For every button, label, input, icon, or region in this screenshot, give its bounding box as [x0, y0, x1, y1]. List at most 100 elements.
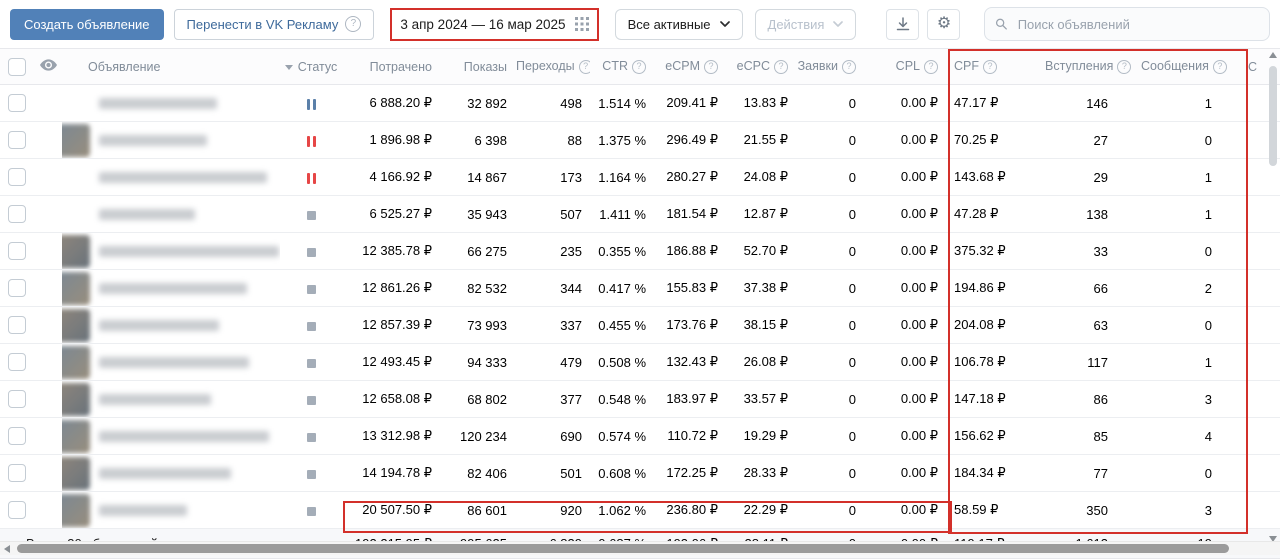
help-icon[interactable]: ? — [632, 60, 646, 74]
cell-cpf: 156.62 ₽ — [944, 418, 1044, 455]
search-box[interactable] — [984, 7, 1270, 41]
column-header-clicks[interactable]: Переходы? — [515, 49, 590, 85]
row-checkbox[interactable] — [8, 464, 26, 482]
table-row[interactable]: 12 385.78 ₽ 66 275 235 0.355 % 186.88 ₽ … — [0, 233, 1280, 270]
gear-icon: ⚙ — [937, 16, 951, 32]
search-input[interactable] — [1016, 16, 1259, 33]
status-icon — [307, 244, 316, 259]
date-range-label: 3 апр 2024 — 16 мар 2025 — [400, 17, 565, 32]
column-header-ecpc[interactable]: eCPC? — [724, 49, 794, 85]
row-checkbox[interactable] — [8, 501, 26, 519]
ad-name-blurred[interactable] — [99, 320, 219, 331]
column-header-status[interactable]: Статус — [280, 49, 342, 85]
select-all-checkbox[interactable] — [8, 58, 26, 76]
table-row[interactable]: 13 312.98 ₽ 120 234 690 0.574 % 110.72 ₽… — [0, 418, 1280, 455]
create-ad-button[interactable]: Создать объявление — [10, 9, 164, 40]
scroll-left-arrow-icon[interactable] — [4, 545, 10, 553]
cell-spent: 12 857.39 ₽ — [342, 307, 440, 344]
calendar-grid-icon — [575, 17, 589, 31]
ad-name-blurred[interactable] — [99, 394, 211, 405]
help-icon[interactable]: ? — [983, 60, 997, 74]
ad-thumbnail — [62, 235, 90, 268]
cell-leads: 0 — [794, 270, 862, 307]
row-checkbox[interactable] — [8, 94, 26, 112]
help-icon[interactable]: ? — [924, 60, 938, 74]
cell-ctr: 0.455 % — [590, 307, 652, 344]
table-row[interactable]: 6 525.27 ₽ 35 943 507 1.411 % 181.54 ₽ 1… — [0, 196, 1280, 233]
column-header-visibility[interactable] — [34, 49, 62, 85]
table-row[interactable]: 12 658.08 ₽ 68 802 377 0.548 % 183.97 ₽ … — [0, 381, 1280, 418]
table-row[interactable]: 6 888.20 ₽ 32 892 498 1.514 % 209.41 ₽ 1… — [0, 85, 1280, 122]
column-header-leads[interactable]: Заявки? — [794, 49, 862, 85]
row-checkbox[interactable] — [8, 353, 26, 371]
column-header-ctr[interactable]: CTR? — [590, 49, 652, 85]
column-header-cpf[interactable]: CPF? — [944, 49, 1044, 85]
table-row[interactable]: 12 857.39 ₽ 73 993 337 0.455 % 173.76 ₽ … — [0, 307, 1280, 344]
ad-name-blurred[interactable] — [99, 357, 249, 368]
ad-name-blurred[interactable] — [99, 246, 279, 257]
status-icon — [307, 318, 316, 333]
ad-name-blurred[interactable] — [99, 468, 231, 479]
help-icon[interactable]: ? — [579, 60, 590, 74]
row-checkbox[interactable] — [8, 427, 26, 445]
status-filter-dropdown[interactable]: Все активные — [615, 9, 743, 40]
ad-name-blurred[interactable] — [99, 209, 195, 220]
row-checkbox[interactable] — [8, 168, 26, 186]
vertical-scrollbar-thumb[interactable] — [1269, 66, 1277, 166]
help-icon[interactable]: ? — [774, 60, 788, 74]
ad-name-blurred[interactable] — [99, 505, 187, 516]
export-button[interactable] — [886, 9, 919, 40]
column-header-joins[interactable]: Вступления? — [1044, 49, 1140, 85]
row-checkbox[interactable] — [8, 390, 26, 408]
ad-name-blurred[interactable] — [99, 283, 247, 294]
help-icon[interactable]: ? — [842, 60, 856, 74]
horizontal-scrollbar-thumb[interactable] — [17, 544, 1229, 553]
cell-leads: 0 — [794, 344, 862, 381]
actions-dropdown[interactable]: Действия — [755, 9, 857, 40]
column-header-spent[interactable]: Потрачено — [342, 49, 440, 85]
help-icon[interactable]: ? — [1117, 60, 1131, 74]
help-icon[interactable]: ? — [704, 60, 718, 74]
cell-ecpc: 33.57 ₽ — [724, 381, 794, 418]
row-checkbox[interactable] — [8, 279, 26, 297]
table-row[interactable]: 12 861.26 ₽ 82 532 344 0.417 % 155.83 ₽ … — [0, 270, 1280, 307]
ad-name-blurred[interactable] — [99, 172, 267, 183]
cell-ctr: 0.548 % — [590, 381, 652, 418]
row-checkbox[interactable] — [8, 205, 26, 223]
table-row[interactable]: 14 194.78 ₽ 82 406 501 0.608 % 172.25 ₽ … — [0, 455, 1280, 492]
column-header-ad[interactable]: Объявление — [62, 49, 280, 85]
column-header-messages[interactable]: Сообщения? — [1140, 49, 1240, 85]
row-checkbox[interactable] — [8, 316, 26, 334]
cell-spent: 12 861.26 ₽ — [342, 270, 440, 307]
cell-ecpc: 24.08 ₽ — [724, 159, 794, 196]
ad-thumbnail — [62, 346, 90, 379]
settings-button[interactable]: ⚙ — [927, 9, 960, 40]
help-icon[interactable]: ? — [345, 16, 361, 32]
vertical-scrollbar[interactable] — [1267, 52, 1279, 542]
column-header-cpl[interactable]: CPL? — [862, 49, 944, 85]
row-checkbox[interactable] — [8, 242, 26, 260]
table-row[interactable]: 1 896.98 ₽ 6 398 88 1.375 % 296.49 ₽ 21.… — [0, 122, 1280, 159]
row-checkbox[interactable] — [8, 131, 26, 149]
help-icon[interactable]: ? — [1213, 60, 1227, 74]
scroll-up-arrow-icon[interactable] — [1269, 52, 1277, 58]
transfer-to-vk-ads-button[interactable]: Перенести в VK Рекламу ? — [174, 9, 375, 40]
table-row[interactable]: 20 507.50 ₽ 86 601 920 1.062 % 236.80 ₽ … — [0, 492, 1280, 529]
table-row[interactable]: 12 493.45 ₽ 94 333 479 0.508 % 132.43 ₽ … — [0, 344, 1280, 381]
cell-ctr: 0.574 % — [590, 418, 652, 455]
status-icon — [307, 392, 316, 407]
cell-clicks: 337 — [515, 307, 590, 344]
table-row[interactable]: 4 166.92 ₽ 14 867 173 1.164 % 280.27 ₽ 2… — [0, 159, 1280, 196]
ad-name-blurred[interactable] — [99, 135, 207, 146]
cell-ecpc: 38.15 ₽ — [724, 307, 794, 344]
download-icon — [895, 16, 911, 32]
horizontal-scrollbar[interactable] — [0, 541, 1280, 555]
ad-name-blurred[interactable] — [99, 98, 217, 109]
column-header-impressions[interactable]: Показы — [440, 49, 515, 85]
cell-spent: 6 888.20 ₽ — [342, 85, 440, 122]
column-header-ecpm[interactable]: eCPM? — [652, 49, 724, 85]
cell-leads: 0 — [794, 418, 862, 455]
ad-name-blurred[interactable] — [99, 431, 269, 442]
date-range-picker[interactable]: 3 апр 2024 — 16 мар 2025 — [400, 17, 588, 32]
status-icon — [307, 281, 316, 296]
